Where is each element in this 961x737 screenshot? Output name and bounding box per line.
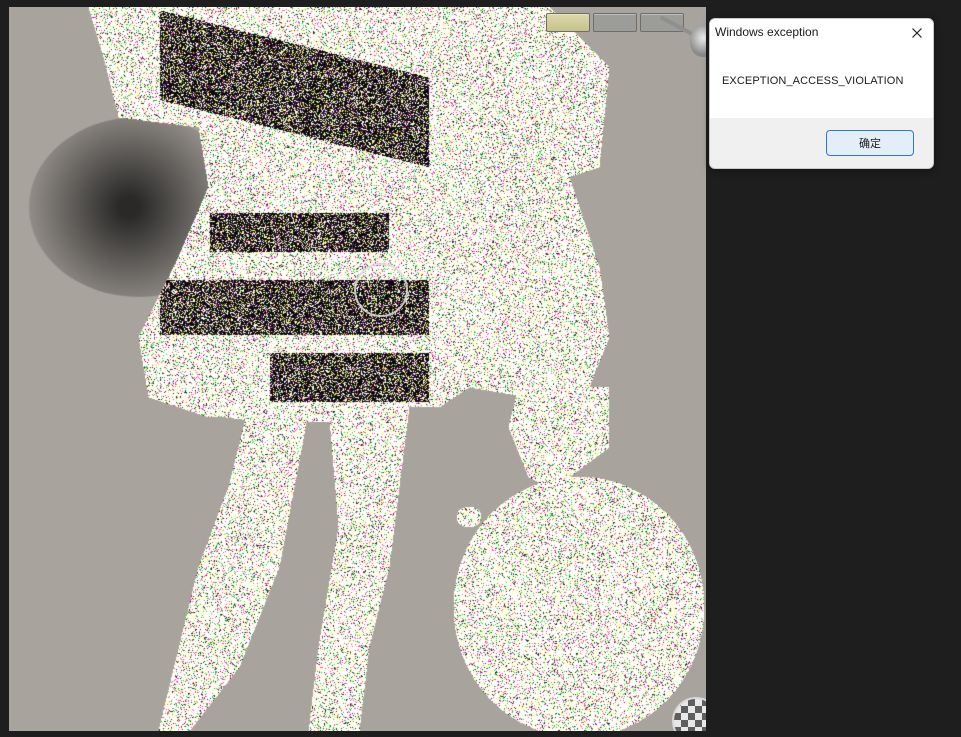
ok-button[interactable]: 确定	[826, 130, 914, 156]
paint-viewport[interactable]	[9, 7, 706, 731]
corrupted-canvas-image	[9, 7, 706, 731]
close-button[interactable]	[905, 22, 929, 44]
error-message: EXCEPTION_ACCESS_VIOLATION	[722, 75, 904, 87]
viewport-tab-2[interactable]	[593, 13, 637, 32]
viewport-tab-1[interactable]	[546, 13, 590, 32]
dialog-footer: 确定	[710, 118, 933, 168]
dialog-title: Windows exception	[715, 25, 819, 39]
brush-cursor-icon	[354, 263, 408, 317]
dialog-body: EXCEPTION_ACCESS_VIOLATION	[710, 45, 933, 118]
exception-dialog: Windows exception EXCEPTION_ACCESS_VIOLA…	[709, 18, 934, 169]
close-icon	[912, 28, 922, 38]
app-window: Windows exception EXCEPTION_ACCESS_VIOLA…	[0, 0, 961, 737]
